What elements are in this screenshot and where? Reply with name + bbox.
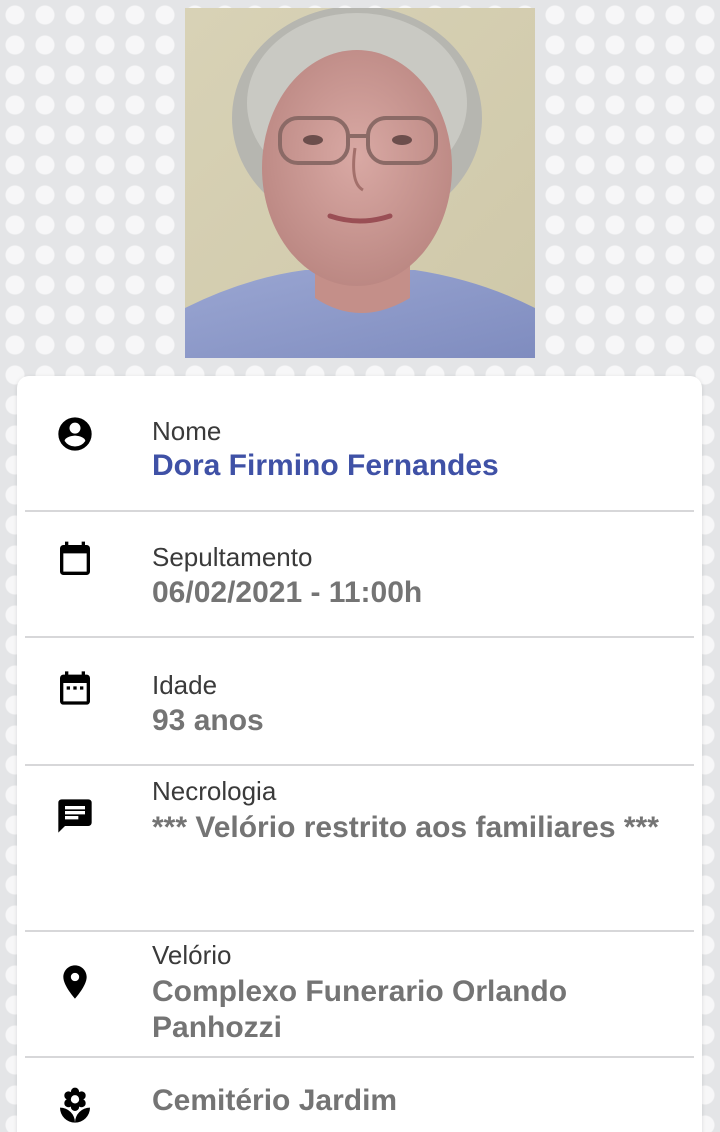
field-label: Sepultamento	[152, 542, 313, 572]
portrait-photo	[185, 8, 535, 358]
field-velorio: Velório Complexo Funerario Orlando Panho…	[17, 932, 702, 1056]
location-pin-icon	[55, 962, 95, 1002]
field-idade: Idade 93 anos	[17, 638, 702, 764]
field-cemiterio: Cemitério Jardim	[17, 1058, 702, 1132]
account-circle-icon	[55, 414, 95, 454]
field-value-velorio: Complexo Funerario Orlando Panhozzi	[152, 975, 568, 1044]
field-value-nome: Dora Firmino Fernandes	[152, 449, 499, 482]
field-label: Nome	[152, 416, 222, 446]
field-nome: Nome Dora Firmino Fernandes	[17, 376, 702, 510]
field-label: Velório	[152, 940, 232, 970]
field-value-necrologia: *** Velório restrito aos familiares ***	[152, 811, 659, 844]
message-icon	[55, 796, 95, 836]
field-value-sepultamento: 06/02/2021 - 11:00h	[152, 576, 423, 609]
flower-icon	[55, 1086, 95, 1126]
field-value-cemiterio: Cemitério Jardim	[152, 1084, 398, 1117]
deceased-photo	[185, 8, 535, 358]
field-sepultamento: Sepultamento 06/02/2021 - 11:00h	[17, 512, 702, 636]
obituary-card: Nome Dora Firmino Fernandes Sepultamento…	[17, 376, 702, 1132]
calendar-dots-icon	[55, 668, 95, 708]
field-value-idade: 93 anos	[152, 704, 264, 737]
field-label: Necrologia	[152, 776, 277, 806]
field-necrologia: Necrologia *** Velório restrito aos fami…	[17, 766, 702, 930]
field-label: Idade	[152, 670, 218, 700]
calendar-icon	[55, 540, 95, 580]
